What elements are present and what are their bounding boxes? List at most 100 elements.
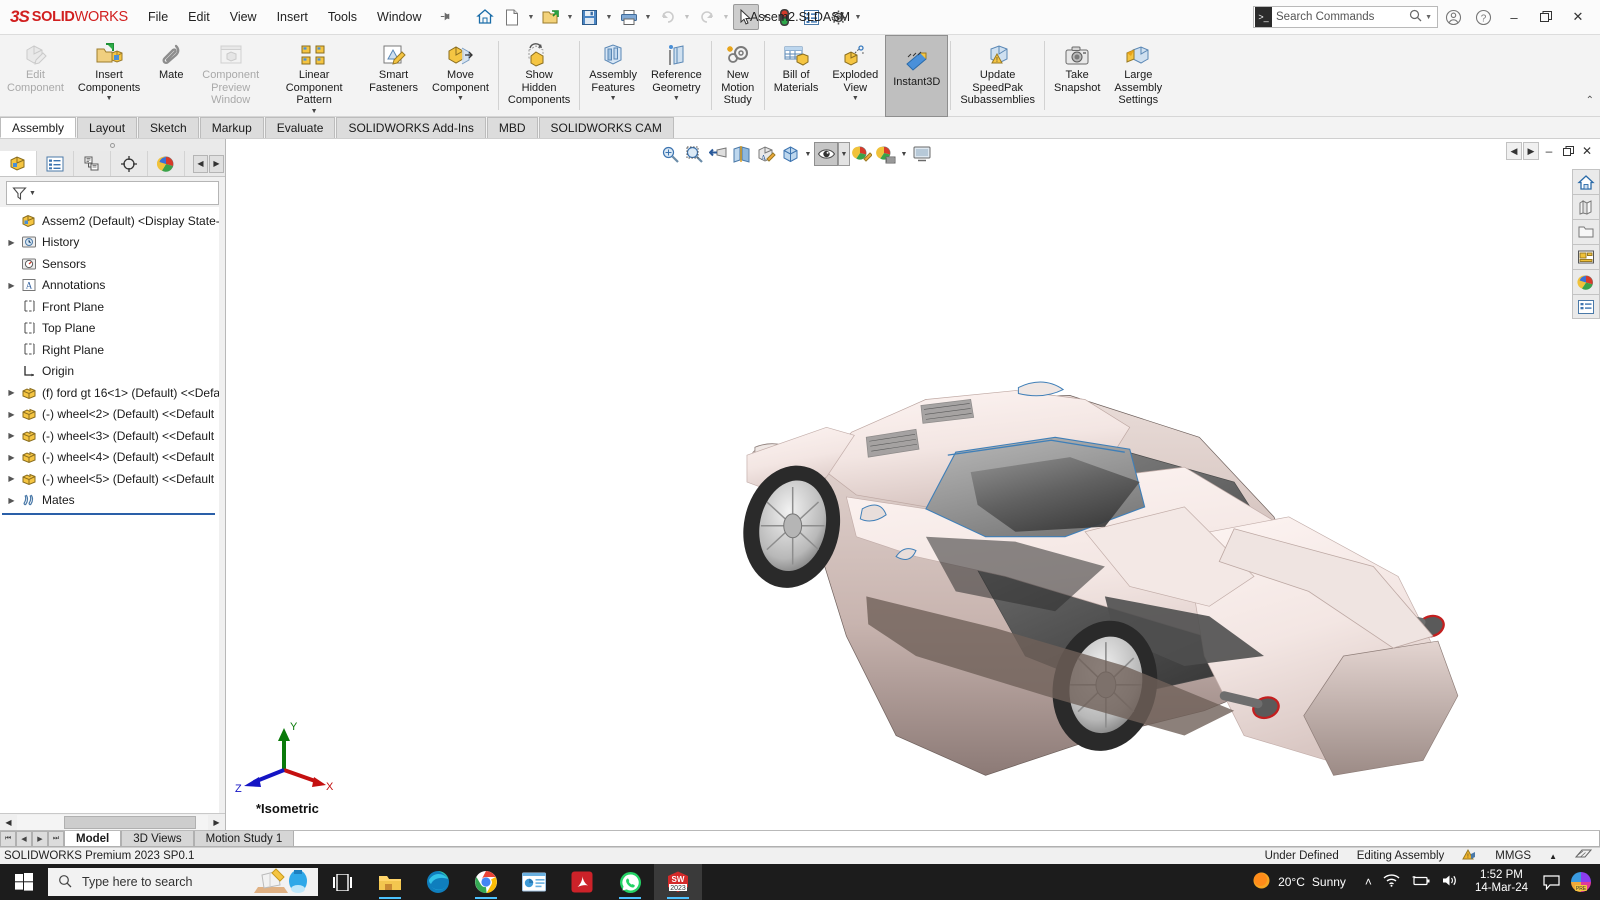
hide-show-items-caret-icon[interactable]: ▼ — [838, 142, 850, 166]
search-icon[interactable] — [1409, 9, 1425, 25]
tree-expander[interactable]: ▶ — [4, 410, 19, 419]
tab-nav-last[interactable]: ⏭ — [48, 831, 64, 847]
property-manager-tab[interactable] — [37, 151, 74, 176]
status-units-caret-icon[interactable]: ▲ — [1549, 852, 1557, 861]
apply-scene-caret-icon[interactable]: ▼ — [898, 142, 910, 166]
tree-item-front-plane[interactable]: Front Plane — [0, 296, 219, 318]
tree-item-wheel-2[interactable]: ▶ (-) wheel<2> (Default) <<Default — [0, 404, 219, 426]
ribbon-assembly-features[interactable]: AssemblyFeatures ▼ — [582, 35, 644, 116]
new-document-caret-icon[interactable]: ▼ — [526, 4, 537, 30]
insert-components-caret-icon[interactable]: ▼ — [106, 95, 113, 102]
print-icon[interactable] — [616, 4, 642, 30]
ribbon-component-preview-window[interactable]: ComponentPreviewWindow — [195, 35, 266, 116]
bottom-tab-model[interactable]: Model — [64, 831, 121, 847]
battery-icon[interactable] — [1411, 875, 1431, 890]
menu-file[interactable]: File — [138, 6, 178, 28]
ribbon-take-snapshot[interactable]: TakeSnapshot — [1047, 35, 1107, 116]
search-caret-icon[interactable]: ▼ — [1425, 14, 1437, 21]
doc-prev-button[interactable]: ◀ — [1506, 142, 1522, 160]
custom-properties-icon[interactable] — [1572, 294, 1600, 319]
tree-item-wheel-5[interactable]: ▶ (-) wheel<5> (Default) <<Default — [0, 468, 219, 490]
ribbon-show-hidden-components[interactable]: ShowHiddenComponents — [501, 35, 577, 116]
new-document-icon[interactable] — [499, 4, 525, 30]
tree-item-mates[interactable]: ▶ Mates — [0, 490, 219, 512]
graphics-area[interactable]: A ▼ ▼ ▼ — [226, 139, 1600, 830]
tree-expander[interactable]: ▶ — [4, 238, 19, 247]
options-list-icon[interactable] — [799, 4, 825, 30]
volume-icon[interactable] — [1442, 874, 1458, 890]
view-orientation-paint-icon[interactable]: A — [754, 142, 778, 166]
search-commands-box[interactable]: >_ Search Commands ▼ — [1253, 6, 1438, 28]
bottom-tab-3d-views[interactable]: 3D Views — [121, 831, 193, 847]
panel-grip[interactable] — [0, 139, 225, 151]
hscroll-left-button[interactable]: ◀ — [0, 814, 17, 830]
pin-icon[interactable] — [434, 7, 453, 26]
design-library-folder-icon[interactable] — [1572, 219, 1600, 244]
ribbon-collapse-caret-icon[interactable]: ⌃ — [1586, 95, 1594, 106]
display-manager-tab[interactable] — [148, 151, 185, 176]
panel-tab-scroll-right[interactable]: ▶ — [209, 155, 224, 173]
tree-expander[interactable]: ▶ — [4, 281, 19, 290]
rebuild-icon[interactable] — [772, 4, 798, 30]
tree-item-wheel-4[interactable]: ▶ (-) wheel<4> (Default) <<Default — [0, 447, 219, 469]
wifi-icon[interactable] — [1383, 874, 1400, 890]
tree-expander[interactable]: ▶ — [4, 388, 19, 397]
tree-item-sensors[interactable]: Sensors — [0, 253, 219, 275]
file-explorer-icon[interactable] — [366, 864, 414, 900]
hide-show-items-icon[interactable] — [814, 142, 838, 166]
zoom-to-area-icon[interactable] — [682, 142, 706, 166]
hscroll-track[interactable] — [17, 815, 208, 830]
tree-item-annotations[interactable]: ▶ A Annotations — [0, 275, 219, 297]
ribbon-mate[interactable]: Mate — [147, 35, 195, 116]
tree-horizontal-scrollbar[interactable]: ◀ ▶ — [0, 813, 225, 830]
redo-caret-icon[interactable]: ▼ — [721, 4, 732, 30]
save-caret-icon[interactable]: ▼ — [604, 4, 615, 30]
tab-nav-first[interactable]: ⏮ — [0, 831, 16, 847]
home-icon[interactable] — [472, 4, 498, 30]
view-palette-icon[interactable] — [1572, 269, 1600, 294]
paint-3d-icon[interactable]: PRE — [1566, 871, 1596, 893]
select-caret-icon[interactable]: ▼ — [760, 4, 771, 30]
reference-geometry-caret-icon[interactable]: ▼ — [673, 95, 680, 102]
warning-overlay-icon[interactable]: ! — [1462, 848, 1477, 864]
zoom-to-fit-icon[interactable] — [658, 142, 682, 166]
options-caret-icon[interactable]: ▼ — [853, 4, 864, 30]
google-chrome-icon[interactable] — [462, 864, 510, 900]
tree-expander[interactable]: ▶ — [4, 431, 19, 440]
ribbon-bill-of-materials[interactable]: Bill ofMaterials — [767, 35, 826, 116]
file-explorer-icon[interactable] — [1572, 244, 1600, 269]
section-view-icon[interactable] — [730, 142, 754, 166]
whatsapp-icon[interactable] — [606, 864, 654, 900]
hscroll-right-button[interactable]: ▶ — [208, 814, 225, 830]
ribbon-new-motion-study[interactable]: NewMotionStudy — [714, 35, 762, 116]
tab-markup[interactable]: Markup — [200, 117, 264, 138]
bottom-tab-motion-study-1[interactable]: Motion Study 1 — [194, 831, 295, 847]
exploded-view-caret-icon[interactable]: ▼ — [852, 95, 859, 102]
undo-caret-icon[interactable]: ▼ — [682, 4, 693, 30]
cortana-doodle-icon[interactable] — [254, 865, 316, 898]
tree-filter-input[interactable]: ▼ — [6, 181, 219, 205]
ribbon-move-component[interactable]: MoveComponent ▼ — [425, 35, 496, 116]
view-settings-icon[interactable] — [910, 142, 934, 166]
select-cursor-icon[interactable] — [733, 4, 759, 30]
ribbon-linear-component-pattern[interactable]: Linear ComponentPattern ▼ — [266, 35, 362, 116]
tab-evaluate[interactable]: Evaluate — [265, 117, 336, 138]
powerpoint-icon[interactable] — [510, 864, 558, 900]
weather-widget[interactable]: 20°C Sunny — [1242, 871, 1356, 893]
tree-item-assembly-root[interactable]: Assem2 (Default) <Display State-1> — [0, 210, 219, 232]
window-maximize-button[interactable] — [1530, 0, 1562, 34]
windows-start-icon[interactable] — [0, 864, 48, 900]
tree-expander[interactable]: ▶ — [4, 474, 19, 483]
menu-tools[interactable]: Tools — [318, 6, 367, 28]
microsoft-edge-icon[interactable] — [414, 864, 462, 900]
tab-layout[interactable]: Layout — [77, 117, 137, 138]
solidworks-2023-icon[interactable]: SW2023 — [654, 864, 702, 900]
doc-restore-button[interactable] — [1559, 142, 1577, 160]
view-orientation-caret-icon[interactable]: ▼ — [802, 142, 814, 166]
ribbon-reference-geometry[interactable]: ReferenceGeometry ▼ — [644, 35, 709, 116]
hscroll-thumb[interactable] — [64, 816, 196, 829]
menu-window[interactable]: Window — [367, 6, 431, 28]
tray-expand-icon[interactable]: ˄ — [1365, 875, 1372, 889]
open-caret-icon[interactable]: ▼ — [565, 4, 576, 30]
tree-item-origin[interactable]: Origin — [0, 361, 219, 383]
